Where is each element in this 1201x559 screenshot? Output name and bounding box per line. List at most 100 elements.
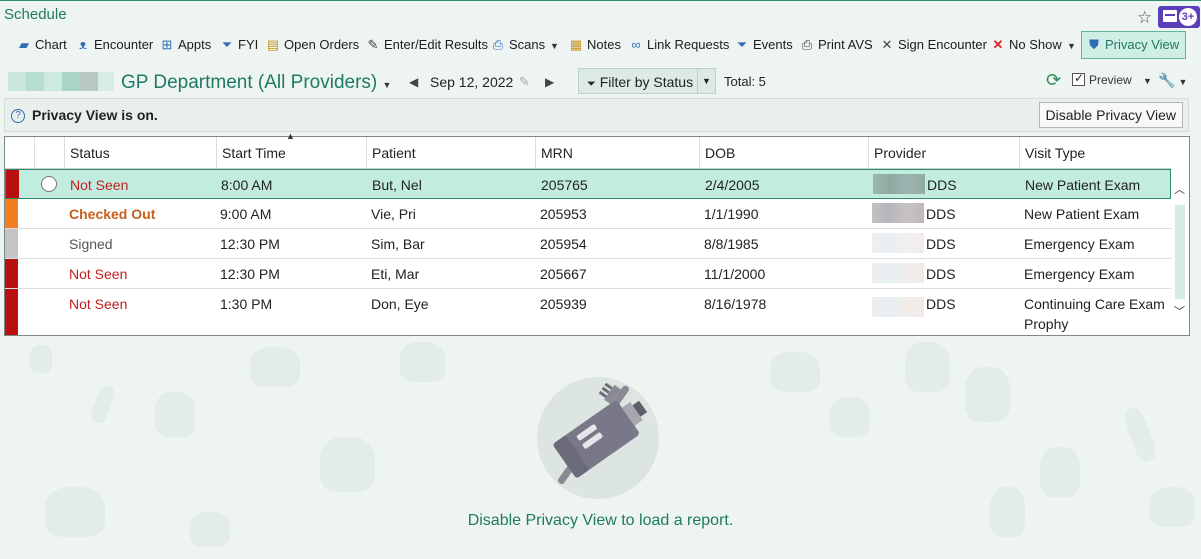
chart-button[interactable]: ▰ Chart bbox=[16, 34, 67, 56]
start-time-cell: 1:30 PM bbox=[220, 296, 273, 312]
visit-type-cell: Emergency Exam bbox=[1024, 266, 1135, 282]
chevron-down-icon[interactable]: ﹀ bbox=[1174, 303, 1185, 319]
wrench-icon[interactable]: 🔧 ▼ bbox=[1158, 72, 1187, 89]
department-row: GP Department (All Providers) ▼ ◀ Sep 12… bbox=[0, 63, 1201, 97]
column-header-start-time[interactable]: Start Time bbox=[216, 137, 366, 169]
chevron-down-icon: ▼ bbox=[550, 41, 559, 51]
notification-badge[interactable]: 3+ bbox=[1158, 6, 1200, 28]
dob-cell: 2/4/2005 bbox=[705, 177, 760, 193]
scans-dropdown[interactable]: ▼ bbox=[550, 34, 559, 56]
provider-redacted bbox=[873, 174, 925, 194]
start-time-cell: 12:30 PM bbox=[220, 266, 280, 282]
patient-cell: Don, Eye bbox=[371, 296, 429, 312]
mrn-cell: 205954 bbox=[540, 236, 587, 252]
pencil-icon[interactable]: ✎ bbox=[519, 74, 530, 90]
print-avs-button[interactable]: ⎙ Print AVS bbox=[799, 34, 873, 56]
status-cell: Not Seen bbox=[69, 266, 128, 282]
tooth-pattern-icon bbox=[965, 367, 1010, 422]
department-selector[interactable]: GP Department (All Providers) ▼ bbox=[121, 72, 391, 94]
status-cell: Not Seen bbox=[69, 296, 128, 312]
link-requests-button[interactable]: ∞ Link Requests bbox=[628, 34, 729, 56]
tooth-pattern-icon bbox=[250, 347, 300, 387]
patient-cell: But, Nel bbox=[372, 177, 422, 193]
column-header-visit-type[interactable]: Visit Type bbox=[1019, 137, 1171, 169]
link-requests-label: Link Requests bbox=[647, 37, 730, 52]
toothbrush-illustration bbox=[537, 377, 659, 499]
department-color-swatch bbox=[62, 72, 80, 91]
preview-checkbox[interactable] bbox=[1072, 71, 1085, 86]
notes-button[interactable]: ▦ Notes bbox=[568, 34, 621, 56]
title-bar: Schedule ☆ 3+ bbox=[0, 1, 1201, 31]
sign-icon: ✕ bbox=[881, 37, 893, 52]
star-icon[interactable]: ☆ bbox=[1137, 8, 1152, 28]
chevron-down-icon[interactable]: ▼ bbox=[697, 69, 715, 93]
column-header-dob[interactable]: DOB bbox=[699, 137, 868, 169]
table-row[interactable]: Signed 12:30 PM Sim, Bar 205954 8/8/1985… bbox=[5, 229, 1171, 259]
no-show-button[interactable]: ✕ No Show bbox=[990, 34, 1062, 56]
status-color-bar bbox=[5, 259, 18, 288]
column-header-patient[interactable]: Patient bbox=[366, 137, 535, 169]
department-color-swatch bbox=[8, 72, 26, 91]
appts-button[interactable]: ⊞ Appts bbox=[159, 34, 212, 56]
shield-icon: ⛊ bbox=[1089, 37, 1099, 52]
provider-cell: DDS bbox=[926, 206, 956, 222]
tooth-pattern-icon bbox=[320, 437, 375, 492]
disable-privacy-view-button[interactable]: Disable Privacy View bbox=[1038, 102, 1183, 128]
provider-cell: DDS bbox=[926, 296, 956, 312]
tooth-pattern-icon bbox=[400, 342, 445, 382]
table-row[interactable]: Not Seen 1:30 PM Don, Eye 205939 8/16/19… bbox=[5, 289, 1171, 335]
visit-type-cell: Emergency Exam bbox=[1024, 236, 1135, 252]
tooth-pattern-icon bbox=[905, 342, 950, 392]
tooth-pattern-icon bbox=[830, 397, 870, 437]
notes-icon: ▦ bbox=[569, 37, 583, 52]
fyi-button[interactable]: ⏷ FYI bbox=[219, 34, 258, 56]
previous-day-button[interactable]: ◀ bbox=[409, 75, 418, 89]
tooth-pattern-icon bbox=[88, 383, 118, 425]
scroll-thumb[interactable] bbox=[1175, 205, 1185, 299]
sign-encounter-button[interactable]: ✕ Sign Encounter bbox=[879, 34, 987, 56]
printer-icon: ⎙ bbox=[801, 37, 813, 52]
enter-edit-results-button[interactable]: ✎ Enter/Edit Results bbox=[365, 34, 489, 56]
help-icon[interactable]: ? bbox=[11, 109, 25, 123]
refresh-icon[interactable]: ⟳ bbox=[1046, 70, 1061, 91]
events-button[interactable]: ⏷ Events bbox=[734, 34, 793, 56]
table-scrollbar[interactable]: ︿ ﹀ bbox=[1171, 169, 1189, 335]
open-orders-label: Open Orders bbox=[284, 37, 360, 52]
column-header-status[interactable]: Status bbox=[64, 137, 216, 169]
appointments-table: Status Start Time Patient MRN DOB Provid… bbox=[4, 131, 1190, 336]
date-label[interactable]: Sep 12, 2022 bbox=[430, 74, 513, 90]
status-color-bar bbox=[5, 229, 18, 258]
filter-icon: ⏷ bbox=[587, 78, 596, 90]
department-color-swatch bbox=[26, 72, 44, 91]
column-header-provider[interactable]: Provider bbox=[868, 137, 1019, 169]
chevron-up-icon[interactable]: ︿ bbox=[1174, 181, 1185, 197]
preview-toggle[interactable]: Preview ▼ bbox=[1072, 71, 1152, 87]
start-time-cell: 12:30 PM bbox=[220, 236, 280, 252]
dob-cell: 11/1/2000 bbox=[704, 266, 766, 282]
encounter-button[interactable]: ᴥ Encounter bbox=[75, 34, 153, 56]
provider-cell: DDS bbox=[927, 177, 957, 193]
scans-button[interactable]: ⎙ Scans bbox=[490, 34, 545, 56]
start-time-cell: 9:00 AM bbox=[220, 206, 272, 222]
filter-by-status-button[interactable]: ⏷ Filter by Status ▼ bbox=[578, 68, 716, 94]
link-icon: ∞ bbox=[631, 37, 641, 52]
column-header-mrn[interactable]: MRN bbox=[535, 137, 699, 169]
clipboard-icon: ▤ bbox=[266, 37, 280, 52]
table-row[interactable]: Checked Out 9:00 AM Vie, Pri 205953 1/1/… bbox=[5, 199, 1171, 229]
next-day-button[interactable]: ▶ bbox=[545, 75, 554, 89]
patient-cell: Eti, Mar bbox=[371, 266, 420, 282]
privacy-view-button[interactable]: ⛊ Privacy View bbox=[1081, 31, 1187, 59]
row-radio-button[interactable] bbox=[41, 176, 57, 192]
tooth-pattern-icon bbox=[1121, 405, 1159, 464]
dob-cell: 8/16/1978 bbox=[704, 296, 767, 312]
table-row[interactable]: Not Seen 8:00 AM But, Nel 205765 2/4/200… bbox=[5, 169, 1171, 199]
print-avs-label: Print AVS bbox=[818, 37, 873, 52]
no-show-dropdown[interactable]: ▼ bbox=[1067, 34, 1076, 56]
table-row[interactable]: Not Seen 12:30 PM Eti, Mar 205667 11/1/2… bbox=[5, 259, 1171, 289]
report-area: Disable Privacy View to load a report. bbox=[0, 337, 1201, 559]
mrn-cell: 205765 bbox=[541, 177, 588, 193]
open-orders-button[interactable]: ▤ Open Orders bbox=[265, 34, 359, 56]
chevron-down-icon[interactable]: ▼ bbox=[1143, 76, 1152, 86]
tooth-pattern-icon bbox=[30, 345, 52, 373]
department-color-swatch bbox=[44, 72, 62, 91]
